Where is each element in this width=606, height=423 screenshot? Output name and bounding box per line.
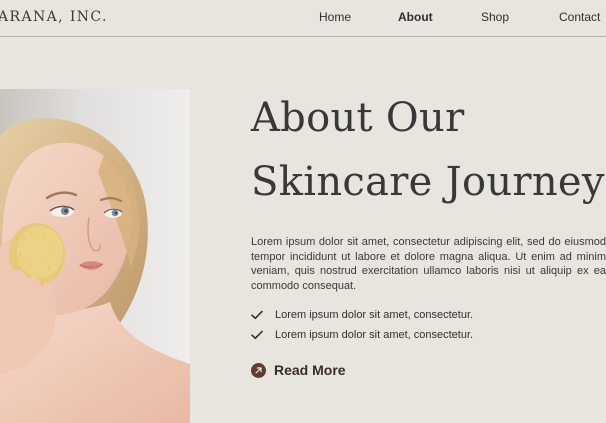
feature-list: Lorem ipsum dolor sit amet, consectetur.… — [251, 305, 606, 345]
check-icon — [251, 330, 263, 340]
arrow-up-right-icon — [251, 362, 266, 378]
list-item-text: Lorem ipsum dolor sit amet, consectetur. — [275, 309, 474, 321]
list-item: Lorem ipsum dolor sit amet, consectetur. — [251, 305, 606, 325]
list-item: Lorem ipsum dolor sit amet, consectetur. — [251, 325, 606, 345]
intro-paragraph: Lorem ipsum dolor sit amet, consectetur … — [251, 236, 606, 293]
nav-shop[interactable]: Shop — [481, 10, 509, 24]
read-more-button[interactable]: Read More — [251, 362, 346, 378]
site-header: ARANA, INC. Home About Shop Contact — [0, 0, 606, 37]
nav-about[interactable]: About — [398, 10, 433, 24]
hero-image — [0, 89, 190, 423]
title-line-1: About Our — [251, 95, 465, 141]
nav-home[interactable]: Home — [319, 10, 351, 24]
nav-contact[interactable]: Contact — [559, 10, 600, 24]
woman-portrait-illustration — [0, 89, 190, 423]
page-title: About Our Skincare Journey — [251, 86, 606, 214]
list-item-text: Lorem ipsum dolor sit amet, consectetur. — [275, 329, 474, 341]
brand-name[interactable]: ARANA, INC. — [0, 9, 108, 25]
title-line-2: Skincare Journey — [251, 159, 605, 205]
check-icon — [251, 310, 263, 320]
read-more-label: Read More — [274, 362, 346, 378]
